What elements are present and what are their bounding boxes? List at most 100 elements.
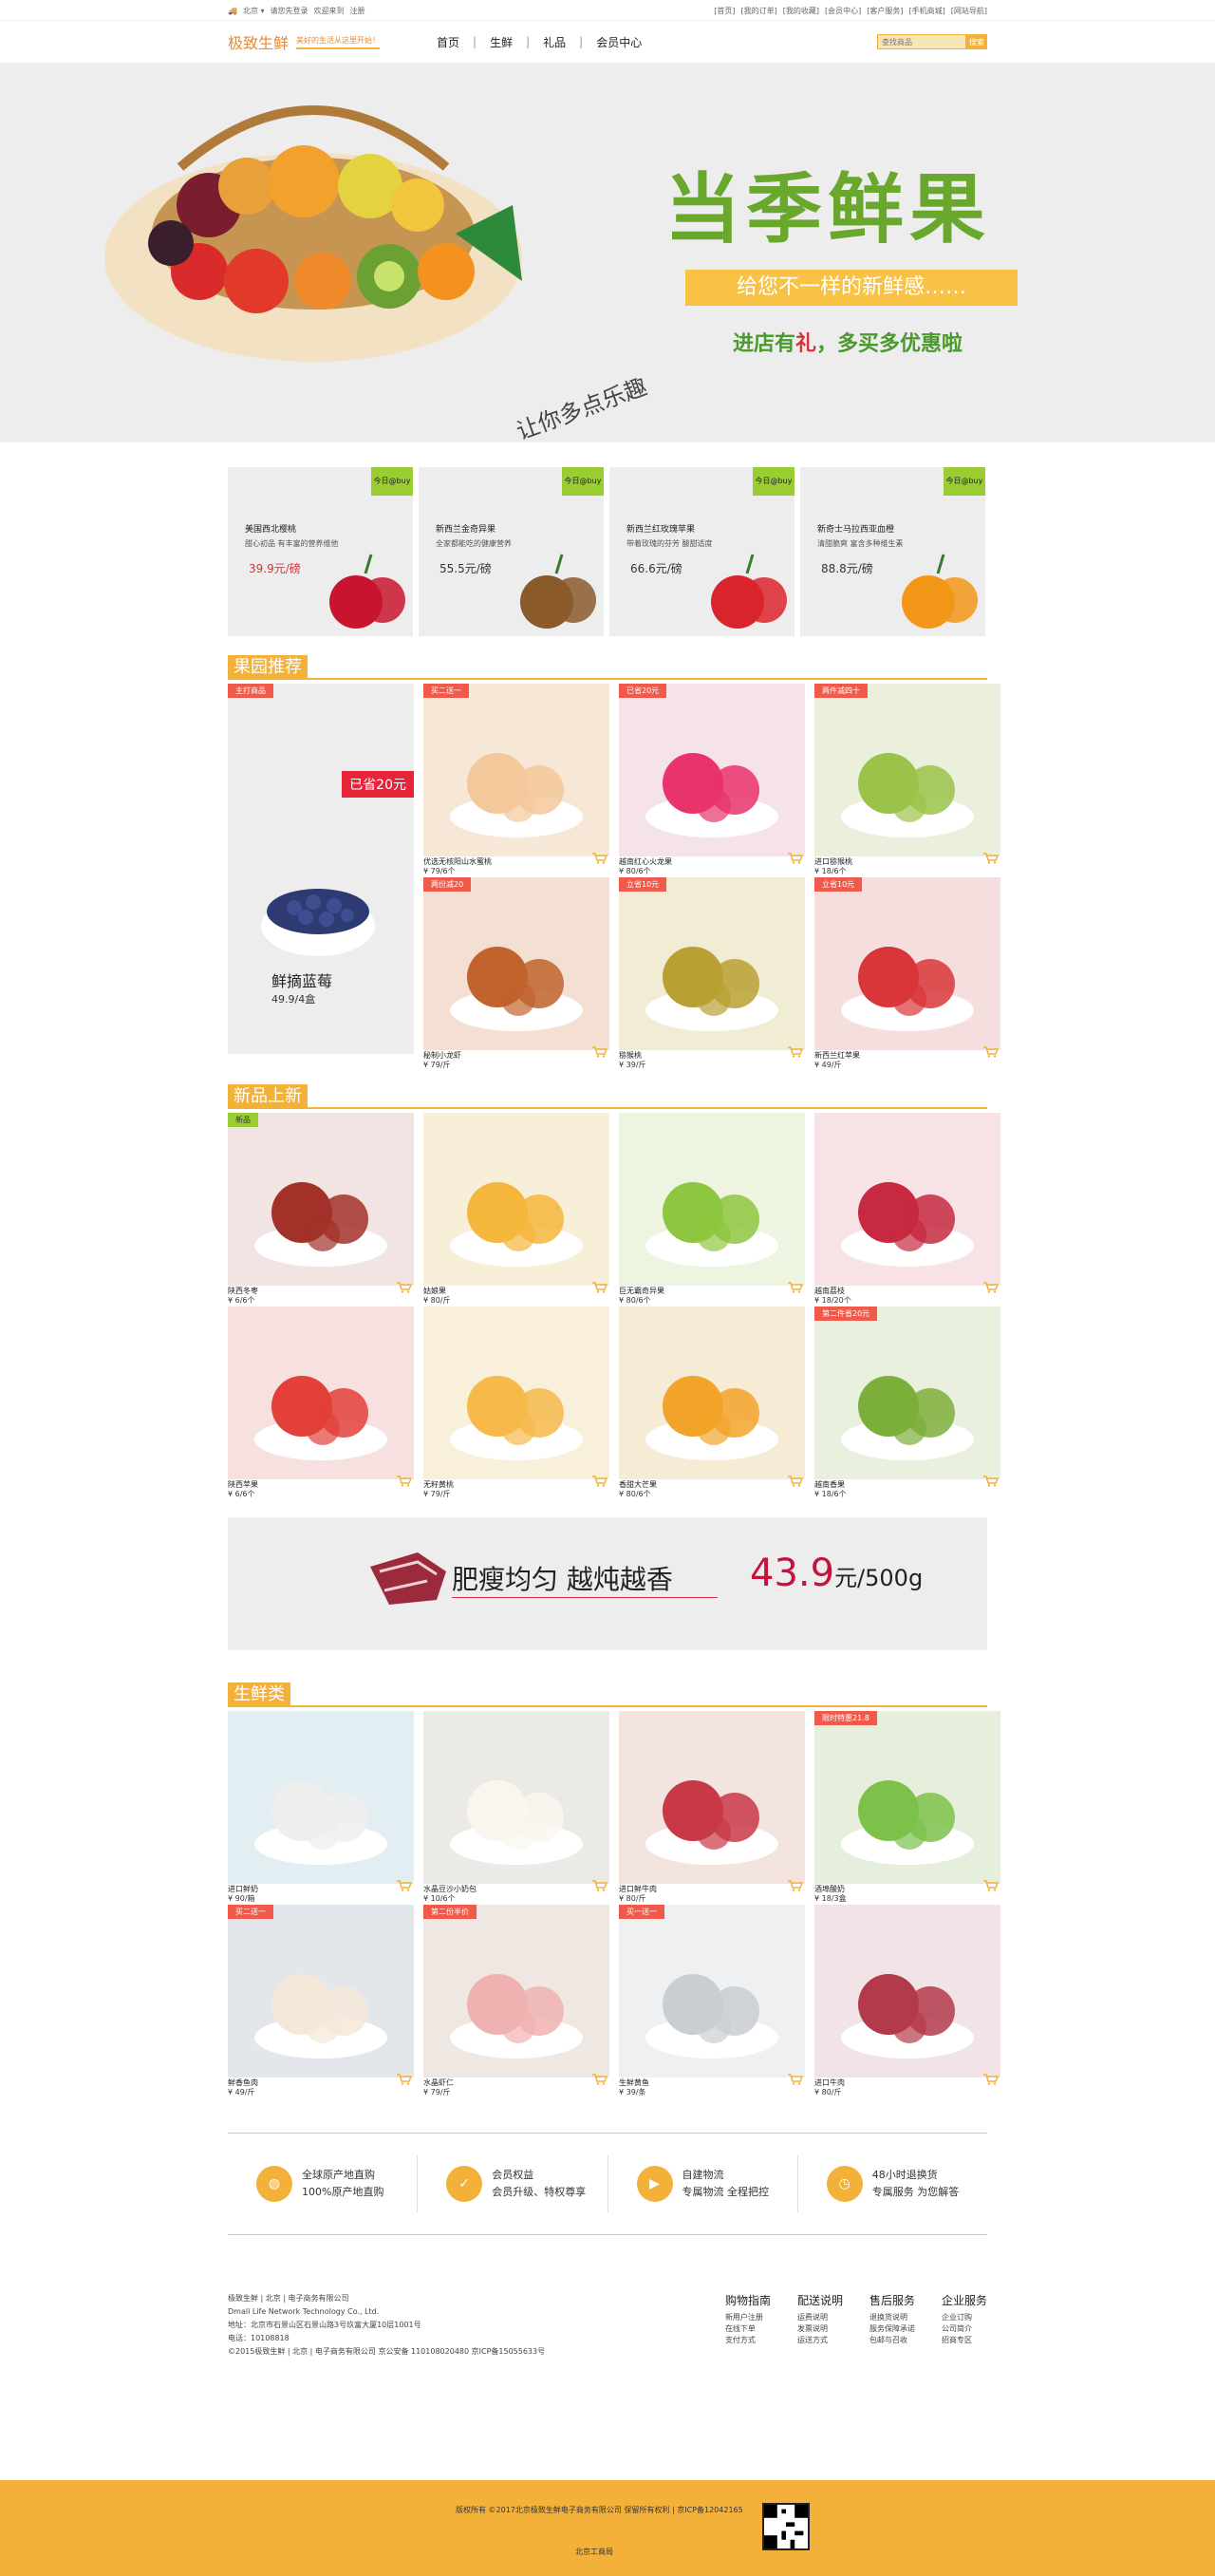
product-pic[interactable] [228, 1711, 414, 1884]
product-card[interactable]: 巨无霸奇异果 ¥ 80/6个 [619, 1113, 805, 1305]
product-card[interactable]: 买二送一 鲜香鱼肉 ¥ 49/斤 [228, 1905, 414, 2097]
login-link[interactable]: 请您先登录 [271, 6, 308, 16]
product-name[interactable]: 陕西苹果 [228, 1480, 414, 1490]
product-pic[interactable] [423, 1307, 609, 1479]
product-name[interactable]: 进口牛肉 [814, 2078, 1000, 2088]
product-name[interactable]: 进口猕猴桃 [814, 857, 1000, 867]
footer-link[interactable]: 发票说明 [797, 2323, 843, 2335]
product-name[interactable]: 无籽黄桃 [423, 1480, 609, 1490]
cart-icon[interactable] [592, 1282, 608, 1293]
product-name[interactable]: 秘制小龙虾 [423, 1051, 609, 1061]
daily-deal-card[interactable]: 今日@buy 新奇士马拉西亚血橙 清甜脆爽 富含多种维生素 88.8元/磅 [800, 467, 985, 636]
product-card[interactable]: 立省10元 猕猴桃 ¥ 39/斤 [619, 877, 805, 1069]
product-card[interactable]: 立省10元 新西兰红苹果 ¥ 49/斤 [814, 877, 1000, 1069]
cart-icon[interactable] [397, 2074, 412, 2085]
register-link[interactable]: 注册 [350, 6, 365, 16]
product-card[interactable]: 进口牛肉 ¥ 80/斤 [814, 1905, 1000, 2097]
product-pic[interactable] [619, 1711, 805, 1884]
cart-icon[interactable] [788, 1282, 803, 1293]
product-pic[interactable] [814, 1113, 1000, 1286]
cart-icon[interactable] [788, 1046, 803, 1058]
footer-link[interactable]: 退换货说明 [869, 2312, 915, 2323]
product-name[interactable]: 进口鲜牛肉 [619, 1885, 805, 1894]
cart-icon[interactable] [788, 1880, 803, 1891]
product-name[interactable]: 进口鲜奶 [228, 1885, 414, 1894]
product-card[interactable]: 第二件省20元 越南香果 ¥ 18/6个 [814, 1307, 1000, 1498]
product-card[interactable]: 两份减20 秘制小龙虾 ¥ 79/斤 [423, 877, 609, 1069]
top-link-home[interactable]: [首页] [714, 6, 735, 16]
product-name[interactable]: 越南香果 [814, 1480, 1000, 1490]
cart-icon[interactable] [397, 1476, 412, 1487]
product-pic[interactable]: 立省10元 [814, 877, 1000, 1050]
footer-link[interactable]: 公司简介 [942, 2323, 987, 2335]
top-link-service[interactable]: [客户服务] [867, 6, 903, 16]
product-name[interactable]: 越南红心火龙果 [619, 857, 805, 867]
footer-link[interactable]: 服务保障承诺 [869, 2323, 915, 2335]
product-pic[interactable]: 两件减四十 [814, 684, 1000, 856]
product-pic[interactable] [423, 1711, 609, 1884]
nav-member[interactable]: 会员中心 [596, 34, 642, 50]
promo-ad-beef[interactable]: 肥瘦均匀 越炖越香 43.9元/500g [228, 1517, 987, 1650]
product-name[interactable]: 姑娘果 [423, 1287, 609, 1296]
top-link-orders[interactable]: [我的订单] [741, 6, 777, 16]
product-card[interactable]: 进口鲜牛肉 ¥ 80/斤 [619, 1711, 805, 1903]
product-name[interactable]: 越南荔枝 [814, 1287, 1000, 1296]
product-card[interactable]: 陕西苹果 ¥ 6/6个 [228, 1307, 414, 1498]
product-card[interactable]: 姑娘果 ¥ 80/斤 [423, 1113, 609, 1305]
product-name[interactable]: 巨无霸奇异果 [619, 1287, 805, 1296]
top-link-sitemap[interactable]: [网站导航] [951, 6, 987, 16]
product-pic[interactable] [423, 1113, 609, 1286]
product-pic[interactable] [814, 1905, 1000, 2078]
product-pic[interactable] [619, 1113, 805, 1286]
footer-link[interactable]: 运送方式 [797, 2335, 843, 2346]
search-button[interactable]: 搜索 [966, 34, 987, 49]
product-card[interactable]: 香甜大芒果 ¥ 80/6个 [619, 1307, 805, 1498]
product-name[interactable]: 香甜大芒果 [619, 1480, 805, 1490]
product-pic[interactable]: 已省20元 [619, 684, 805, 856]
footer-link[interactable]: 支付方式 [725, 2335, 771, 2346]
product-pic[interactable]: 新品 [228, 1113, 414, 1286]
product-pic[interactable]: 立省10元 [619, 877, 805, 1050]
daily-deal-card[interactable]: 今日@buy 新西兰金奇异果 全家都能吃的健康营养 55.5元/磅 [419, 467, 604, 636]
cart-icon[interactable] [983, 1880, 999, 1891]
hero-banner[interactable]: 当季鲜果 给您不一样的新鲜感…… 进店有礼，多买多优惠啦 让你多点乐趣 [0, 63, 1215, 442]
product-pic[interactable] [228, 1307, 414, 1479]
top-link-member[interactable]: [会员中心] [825, 6, 861, 16]
top-link-mobile[interactable]: [手机商城] [909, 6, 945, 16]
featured-product-blueberry[interactable]: 主打商品 已省20元 鲜摘蓝莓 49.9/4盒 [228, 684, 414, 1054]
logo[interactable]: 极致生鲜 美好的生活从这里开始！ [228, 30, 437, 53]
cart-icon[interactable] [788, 1476, 803, 1487]
footer-link[interactable]: 包邮与召收 [869, 2335, 915, 2346]
product-name[interactable]: 水晶虾仁 [423, 2078, 609, 2088]
product-name[interactable]: 鲜香鱼肉 [228, 2078, 414, 2088]
footer-link[interactable]: 在线下单 [725, 2323, 771, 2335]
product-card[interactable]: 买一送一 生鲜黄鱼 ¥ 39/条 [619, 1905, 805, 2097]
footer-link[interactable]: 招商专区 [942, 2335, 987, 2346]
product-pic[interactable]: 限时特惠21.8 [814, 1711, 1000, 1884]
cart-icon[interactable] [788, 2074, 803, 2085]
top-link-favorites[interactable]: [我的收藏] [783, 6, 819, 16]
product-name[interactable]: 酒埠酸奶 [814, 1885, 1000, 1894]
daily-deal-card[interactable]: 今日@buy 美国西北樱桃 甜心初品 有丰富的营养维他 39.9元/磅 [228, 467, 413, 636]
cart-icon[interactable] [397, 1880, 412, 1891]
cart-icon[interactable] [983, 1476, 999, 1487]
product-pic[interactable]: 买二送一 [423, 684, 609, 856]
product-card[interactable]: 越南荔枝 ¥ 18/20个 [814, 1113, 1000, 1305]
cart-icon[interactable] [592, 853, 608, 864]
product-name[interactable]: 水晶豆沙小奶包 [423, 1885, 609, 1894]
cart-icon[interactable] [983, 1046, 999, 1058]
product-name[interactable]: 猕猴桃 [619, 1051, 805, 1061]
daily-deal-card[interactable]: 今日@buy 新西兰红玫瑰苹果 带着玫瑰的芬芳 酸甜适度 66.6元/磅 [609, 467, 794, 636]
cart-icon[interactable] [983, 853, 999, 864]
product-pic[interactable]: 第二份半价 [423, 1905, 609, 2078]
cart-icon[interactable] [592, 1046, 608, 1058]
cart-icon[interactable] [788, 853, 803, 864]
footer-link[interactable]: 运费说明 [797, 2312, 843, 2323]
product-name[interactable]: 新西兰红苹果 [814, 1051, 1000, 1061]
product-card[interactable]: 限时特惠21.8 酒埠酸奶 ¥ 18/3盒 [814, 1711, 1000, 1903]
footer-link[interactable]: 企业订购 [942, 2312, 987, 2323]
product-card[interactable]: 水晶豆沙小奶包 ¥ 10/6个 [423, 1711, 609, 1903]
cart-icon[interactable] [592, 1880, 608, 1891]
product-pic[interactable]: 两份减20 [423, 877, 609, 1050]
nav-fresh[interactable]: 生鲜 [490, 34, 513, 50]
